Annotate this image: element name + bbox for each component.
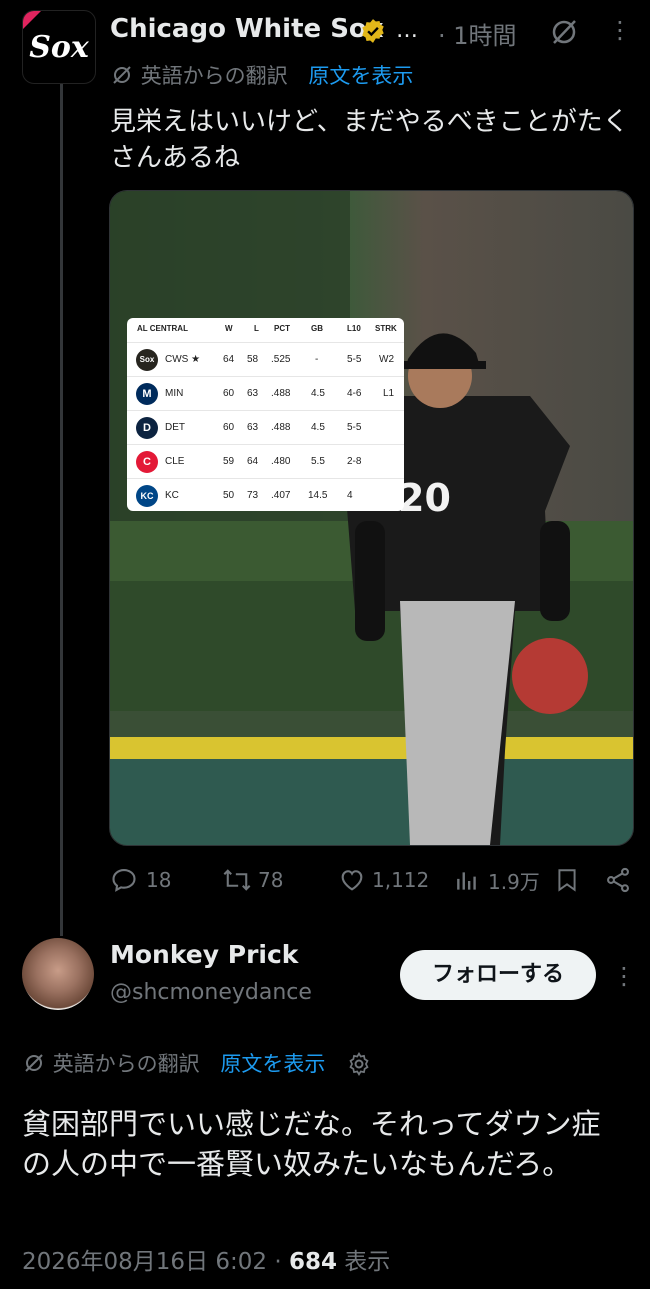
player-number: 20 <box>398 476 451 520</box>
name-truncation: … <box>396 18 418 43</box>
tweet-image[interactable]: 20 AL CENTRAL W L PCT GB L10 STRK Sox CW… <box>109 190 634 846</box>
avatar-corner-accent <box>23 11 41 29</box>
standings-table: AL CENTRAL W L PCT GB L10 STRK Sox CWS ★… <box>127 318 404 511</box>
show-original-link[interactable]: 原文を表示 <box>308 64 413 88</box>
reply-button[interactable]: 18 <box>110 866 171 894</box>
repost-button[interactable]: 78 <box>222 866 283 894</box>
ballpark-photo <box>110 191 633 845</box>
losses: 73 <box>247 490 259 501</box>
post-time[interactable]: · 1時間 <box>438 16 517 51</box>
team-logo-icon: M <box>136 383 158 405</box>
views-label: 表示 <box>344 1249 391 1275</box>
last-ten: 4 <box>347 490 353 501</box>
author-name[interactable]: Monkey Prick <box>110 940 298 969</box>
streak: W2 <box>379 354 394 365</box>
standings-row: D DET 60 63 .488 4.5 5-5 <box>127 410 404 445</box>
like-button[interactable]: 1,112 <box>338 866 429 894</box>
translate-icon <box>113 66 131 84</box>
games-back: 14.5 <box>308 490 328 501</box>
wins: 59 <box>223 456 235 467</box>
last-ten: 5-5 <box>347 422 362 433</box>
views-button[interactable]: 1.9万 <box>454 866 540 895</box>
col-l10: L10 <box>347 324 361 333</box>
translation-row: 英語からの翻訳 原文を表示 <box>110 60 413 90</box>
team-name: CWS ★ <box>165 354 201 365</box>
standings-row: Sox CWS ★ 64 58 .525 - 5-5 W2 <box>127 342 404 377</box>
wins: 64 <box>223 354 235 365</box>
pct: .525 <box>271 354 291 365</box>
translation-label: 英語からの翻訳 <box>52 1052 200 1076</box>
last-ten: 4-6 <box>347 388 362 399</box>
streak: L1 <box>383 388 395 399</box>
share-icon[interactable] <box>604 866 632 894</box>
white-sox-avatar[interactable]: Sox <box>22 10 96 84</box>
last-ten: 2-8 <box>347 456 362 467</box>
games-back: 5.5 <box>311 456 325 467</box>
wins: 60 <box>223 422 235 433</box>
post-meta: 2026年08月16日 6:02 · 684 表示 <box>22 1249 391 1275</box>
team-name: CLE <box>165 456 185 467</box>
team-logo-icon: KC <box>136 485 158 507</box>
last-ten: 5-5 <box>347 354 362 365</box>
like-count: 1,112 <box>372 868 430 892</box>
team-name: MIN <box>165 388 184 399</box>
col-gb: GB <box>311 324 323 333</box>
losses: 58 <box>247 354 259 365</box>
repost-icon <box>223 869 251 891</box>
losses: 63 <box>247 422 259 433</box>
games-back: 4.5 <box>311 422 325 433</box>
verified-badge-icon <box>362 19 384 43</box>
svg-text:Sox: Sox <box>29 30 90 65</box>
more-options-icon[interactable]: ⋮ <box>608 16 632 44</box>
show-original-link[interactable]: 原文を表示 <box>220 1052 325 1076</box>
post-datetime[interactable]: 2026年08月16日 6:02 <box>22 1249 267 1275</box>
team-logo-icon: D <box>136 417 158 439</box>
grok-icon[interactable] <box>548 16 580 48</box>
reply-count: 18 <box>146 868 172 892</box>
losses: 63 <box>247 388 259 399</box>
standings-row: M MIN 60 63 .488 4.5 4-6 L1 <box>127 376 404 411</box>
losses: 64 <box>247 456 259 467</box>
author-handle[interactable]: @shcmoneydance <box>110 980 312 1005</box>
pct: .480 <box>271 456 291 467</box>
translation-row: 英語からの翻訳 原文を表示 <box>22 1048 372 1078</box>
team-logo-icon: Sox <box>136 349 158 371</box>
games-back: 4.5 <box>311 388 325 399</box>
col-pct: PCT <box>274 324 290 333</box>
bookmark-icon[interactable] <box>554 866 580 894</box>
analytics-icon <box>457 871 476 890</box>
monkey-prick-avatar[interactable] <box>22 938 94 1010</box>
standings-row: C CLE 59 64 .480 5.5 2-8 <box>127 444 404 479</box>
views-count: 684 <box>288 1249 337 1275</box>
pct: .488 <box>271 422 291 433</box>
tweet-text: 貧困部門でいい感じだな。それってダウン症の人の中で一番賢い奴みたいなもんだろ。 <box>22 1107 601 1181</box>
col-l: L <box>254 324 259 333</box>
repost-count: 78 <box>258 868 284 892</box>
heart-icon <box>341 870 363 891</box>
tweet-text: 見栄えはいいけど、まだやるべきことがたくさんあるね <box>110 107 629 173</box>
wins: 60 <box>223 388 235 399</box>
games-back: - <box>315 354 319 365</box>
more-options-icon[interactable]: ⋮ <box>612 962 636 990</box>
thread-connector <box>60 84 63 936</box>
follow-button[interactable]: フォローする <box>400 950 596 1000</box>
translation-label: 英語からの翻訳 <box>140 64 288 88</box>
team-logo-icon: C <box>136 451 158 473</box>
view-count: 1.9万 <box>488 870 540 894</box>
team-name: KC <box>165 490 179 501</box>
pct: .488 <box>271 388 291 399</box>
author-name[interactable]: Chicago White Sox <box>110 14 384 44</box>
team-name: DET <box>165 422 185 433</box>
translate-icon <box>25 1054 43 1072</box>
col-strk: STRK <box>375 324 397 333</box>
reply-icon <box>112 869 136 892</box>
standings-row: KC KC 50 73 .407 14.5 4 <box>127 478 404 513</box>
col-w: W <box>225 324 233 333</box>
settings-gear-icon[interactable] <box>346 1051 372 1077</box>
wins: 50 <box>223 490 235 501</box>
division-header: AL CENTRAL <box>137 324 188 333</box>
pct: .407 <box>271 490 291 501</box>
